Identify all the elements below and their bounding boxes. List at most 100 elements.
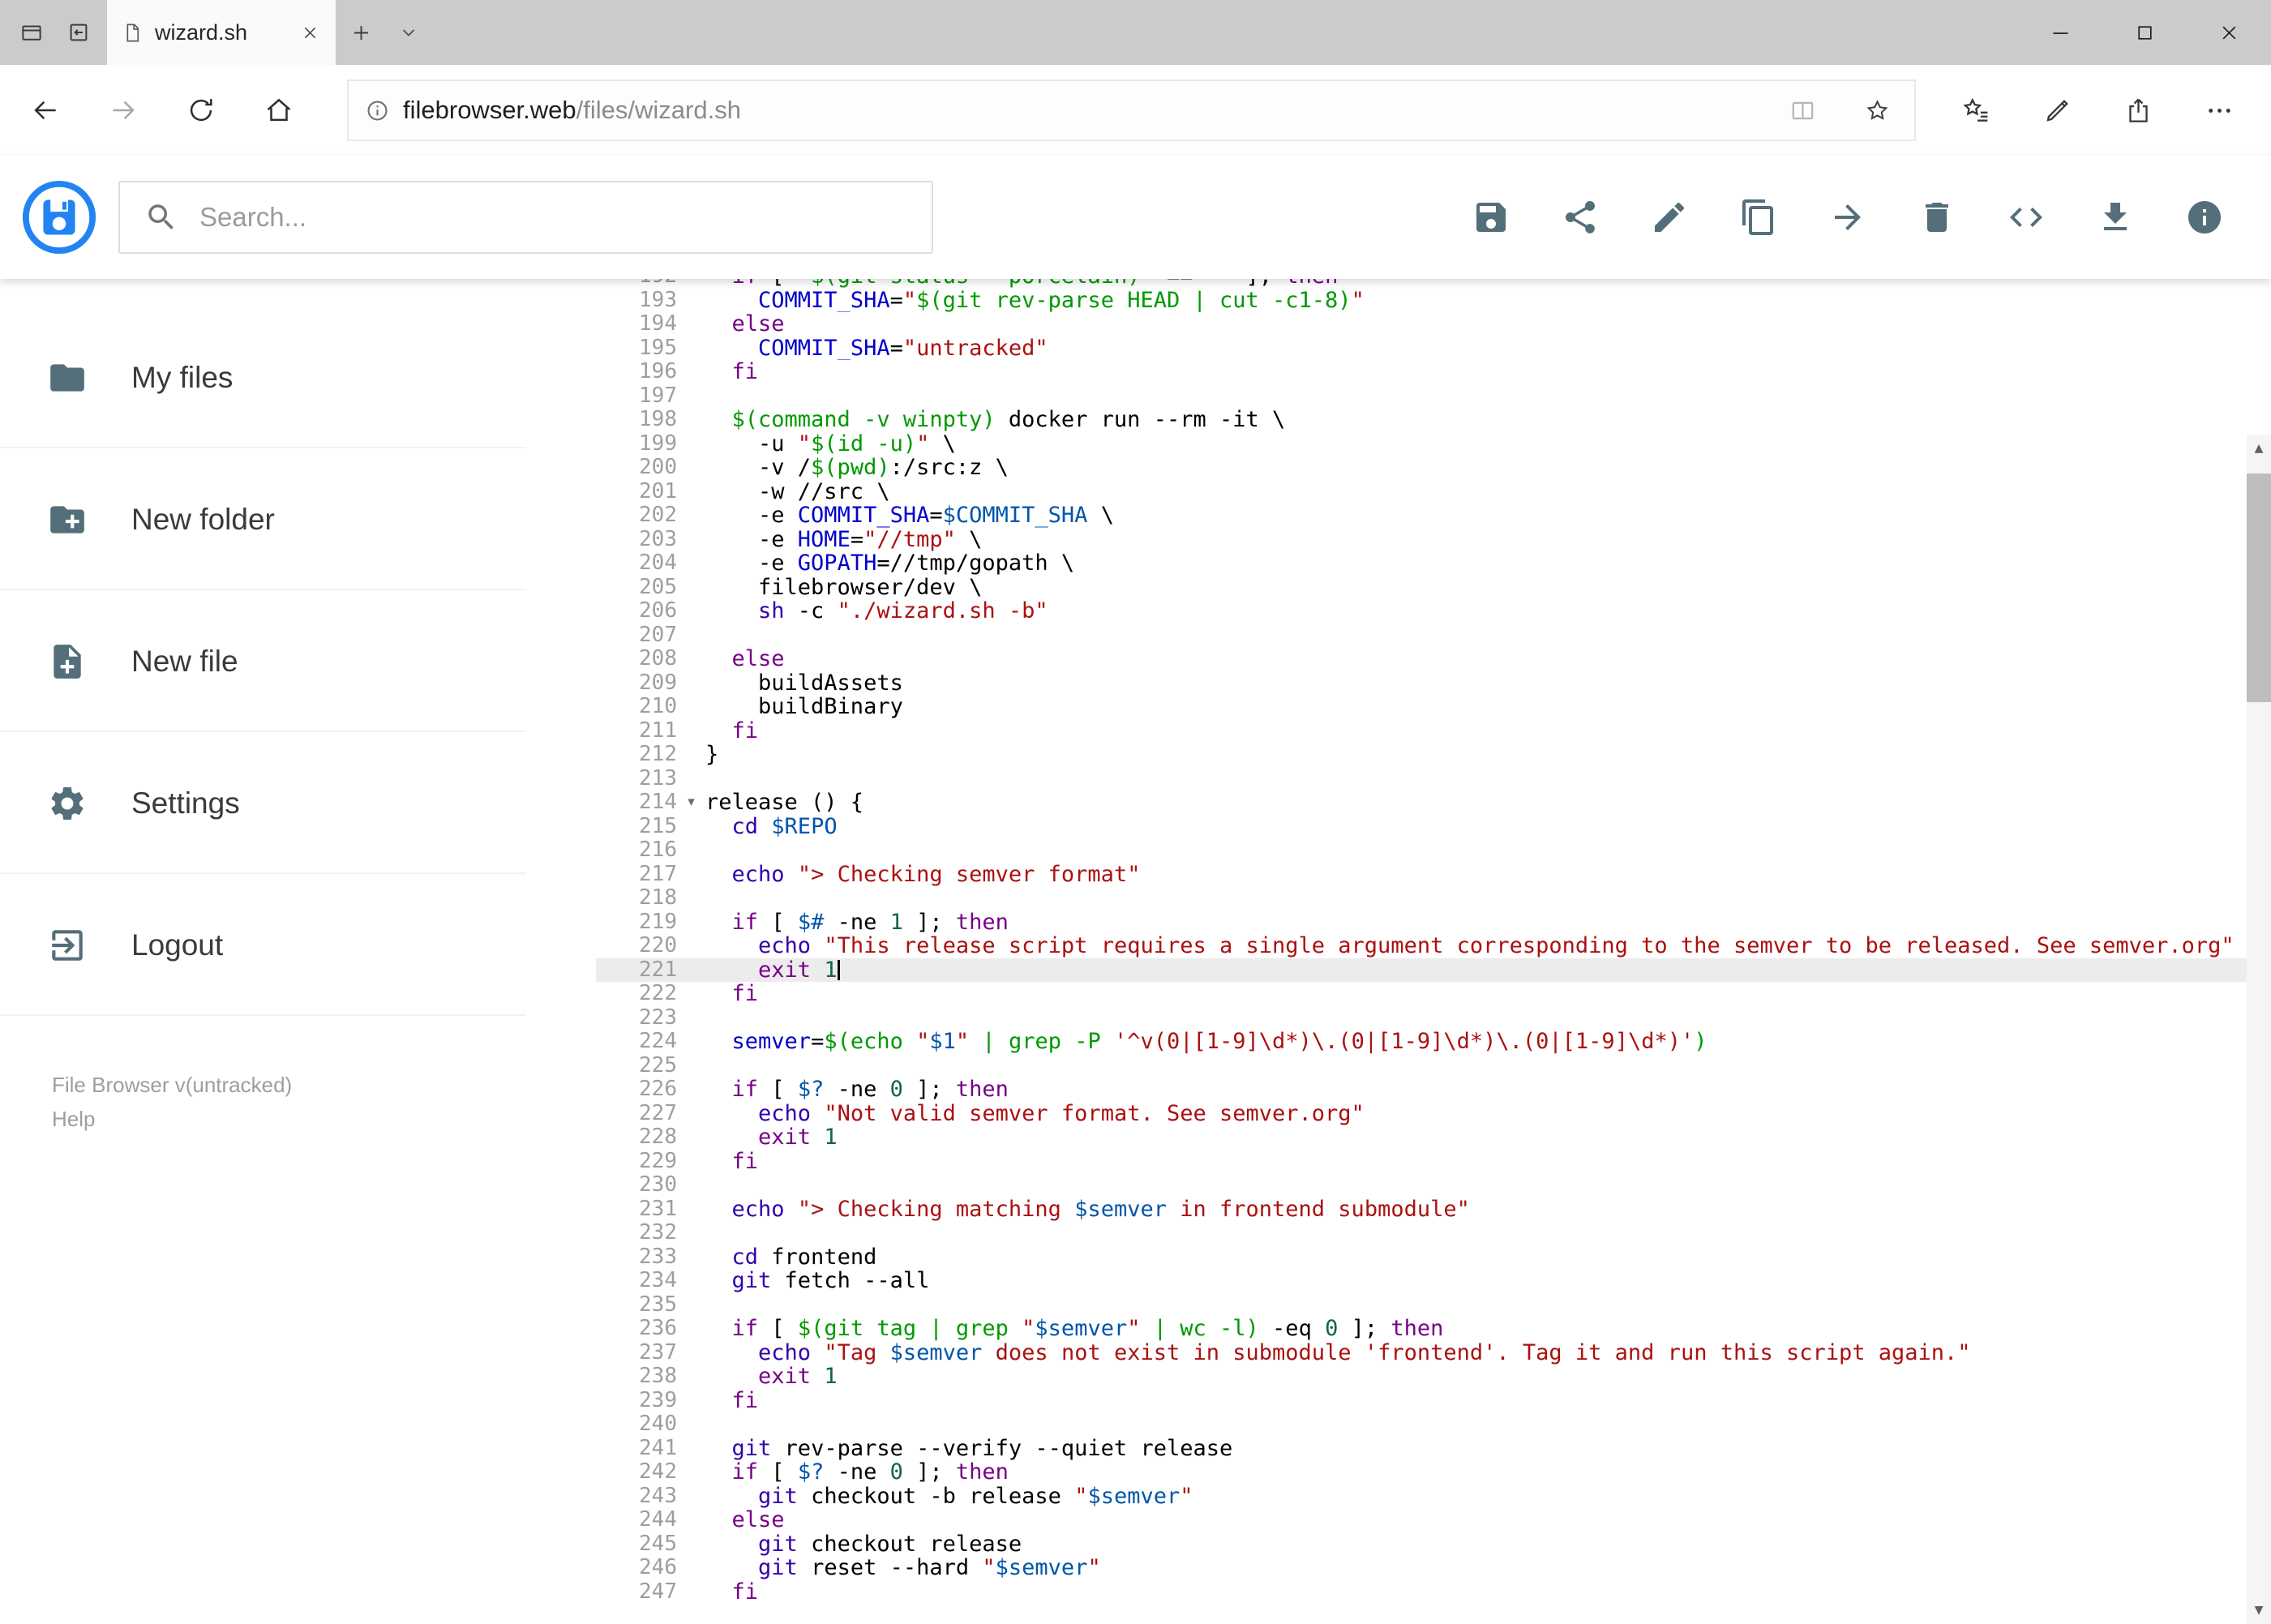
info-button[interactable] xyxy=(2185,198,2224,237)
site-info-icon[interactable] xyxy=(365,98,390,123)
code-line-211[interactable]: 211 fi xyxy=(596,718,2271,743)
code-line-242[interactable]: 242 if [ $? -ne 0 ]; then xyxy=(596,1459,2271,1485)
code-line-206[interactable]: 206 sh -c "./wizard.sh -b" xyxy=(596,598,2271,623)
sidebar-item-new-folder[interactable]: New folder xyxy=(0,448,596,590)
code-line-224[interactable]: 224 semver=$(echo "$1" | grep -P '^v(0|[… xyxy=(596,1029,2271,1054)
tab-list-button[interactable] xyxy=(386,0,431,65)
forward-button[interactable] xyxy=(84,65,162,156)
code-line-235[interactable]: 235 xyxy=(596,1292,2271,1318)
code-line-228[interactable]: 228 exit 1 xyxy=(596,1125,2271,1150)
share-button[interactable] xyxy=(1561,198,1600,237)
code-line-209[interactable]: 209 buildAssets xyxy=(596,671,2271,696)
share-page-button[interactable] xyxy=(2097,96,2179,126)
code-line-217[interactable]: 217 echo "> Checking semver format" xyxy=(596,862,2271,887)
code-line-229[interactable]: 229 fi xyxy=(596,1149,2271,1174)
code-line-225[interactable]: 225 xyxy=(596,1053,2271,1078)
code-line-194[interactable]: 194 else xyxy=(596,311,2271,336)
delete-button[interactable] xyxy=(1917,198,1956,237)
close-window-button[interactable] xyxy=(2187,0,2271,65)
code-line-231[interactable]: 231 echo "> Checking matching $semver in… xyxy=(596,1197,2271,1222)
code-line-244[interactable]: 244 else xyxy=(596,1507,2271,1532)
code-editor[interactable]: 192 if [ "$(git status --porcelain)" == … xyxy=(596,279,2271,1624)
save-button[interactable] xyxy=(1472,198,1510,237)
help-link[interactable]: Help xyxy=(52,1102,596,1136)
scrollbar-track[interactable] xyxy=(2247,462,2271,1596)
code-line-204[interactable]: 204 -e GOPATH=//tmp/gopath \ xyxy=(596,551,2271,576)
sidebar-item-logout[interactable]: Logout xyxy=(0,874,596,1016)
move-button[interactable] xyxy=(1828,198,1867,237)
search-input[interactable] xyxy=(199,202,907,233)
scroll-down-arrow-icon[interactable]: ▼ xyxy=(2247,1596,2271,1624)
code-line-205[interactable]: 205 filebrowser/dev \ xyxy=(596,575,2271,600)
code-line-233[interactable]: 233 cd frontend xyxy=(596,1245,2271,1270)
code-line-196[interactable]: 196 fi xyxy=(596,359,2271,384)
code-line-232[interactable]: 232 xyxy=(596,1220,2271,1245)
code-line-237[interactable]: 237 echo "Tag $semver does not exist in … xyxy=(596,1340,2271,1365)
code-line-230[interactable]: 230 xyxy=(596,1172,2271,1198)
code-line-195[interactable]: 195 COMMIT_SHA="untracked" xyxy=(596,336,2271,361)
code-line-247[interactable]: 247 fi xyxy=(596,1579,2271,1605)
code-line-227[interactable]: 227 echo "Not valid semver format. See s… xyxy=(596,1101,2271,1126)
hub-button[interactable] xyxy=(1935,96,2016,126)
minimize-button[interactable] xyxy=(2018,0,2102,65)
maximize-button[interactable] xyxy=(2102,0,2187,65)
code-line-212[interactable]: 212} xyxy=(596,742,2271,767)
code-line-241[interactable]: 241 git rev-parse --verify --quiet relea… xyxy=(596,1436,2271,1461)
code-line-226[interactable]: 226 if [ $? -ne 0 ]; then xyxy=(596,1077,2271,1102)
code-line-200[interactable]: 200 -v /$(pwd):/src:z \ xyxy=(596,455,2271,480)
switch-editor-button[interactable] xyxy=(2007,198,2046,237)
search-box[interactable] xyxy=(118,181,933,254)
tab-preview-button[interactable] xyxy=(8,0,55,65)
reading-view-button[interactable] xyxy=(1772,81,1833,139)
code-line-192[interactable]: 192 if [ "$(git status --porcelain)" == … xyxy=(596,279,2271,289)
code-line-240[interactable]: 240 xyxy=(596,1412,2271,1437)
rename-button[interactable] xyxy=(1650,198,1689,237)
code-line-210[interactable]: 210 buildBinary xyxy=(596,694,2271,719)
ink-notes-button[interactable] xyxy=(2016,96,2097,126)
copy-button[interactable] xyxy=(1739,198,1778,237)
code-line-218[interactable]: 218 xyxy=(596,885,2271,911)
address-bar[interactable]: filebrowser.web/files/wizard.sh xyxy=(347,79,1916,141)
code-line-245[interactable]: 245 git checkout release xyxy=(596,1532,2271,1557)
code-line-243[interactable]: 243 git checkout -b release "$semver" xyxy=(596,1484,2271,1509)
back-button[interactable] xyxy=(6,65,84,156)
code-line-193[interactable]: 193 COMMIT_SHA="$(git rev-parse HEAD | c… xyxy=(596,288,2271,313)
code-line-215[interactable]: 215 cd $REPO xyxy=(596,814,2271,839)
code-line-213[interactable]: 213 xyxy=(596,766,2271,791)
sidebar-item-new-file[interactable]: New file xyxy=(0,590,596,732)
scrollbar-thumb[interactable] xyxy=(2247,473,2271,702)
code-line-222[interactable]: 222 fi xyxy=(596,981,2271,1006)
code-line-201[interactable]: 201 -w //src \ xyxy=(596,479,2271,504)
sidebar-item-my-files[interactable]: My files xyxy=(0,306,596,448)
code-line-202[interactable]: 202 -e COMMIT_SHA=$COMMIT_SHA \ xyxy=(596,503,2271,528)
code-line-197[interactable]: 197 xyxy=(596,384,2271,409)
home-button[interactable] xyxy=(240,65,318,156)
sidebar-item-settings[interactable]: Settings xyxy=(0,732,596,874)
favorite-star-button[interactable] xyxy=(1846,81,1908,139)
code-line-236[interactable]: 236 if [ $(git tag | grep "$semver" | wc… xyxy=(596,1316,2271,1341)
code-line-219[interactable]: 219 if [ $# -ne 1 ]; then xyxy=(596,910,2271,935)
code-line-221[interactable]: 221 exit 1 xyxy=(596,958,2271,982)
code-line-216[interactable]: 216 xyxy=(596,838,2271,863)
code-line-214[interactable]: 214 ▾ release () { xyxy=(596,790,2271,815)
page-scrollbar[interactable]: ▲ ▼ xyxy=(2247,435,2271,1624)
code-line-239[interactable]: 239 fi xyxy=(596,1388,2271,1413)
tab-close-button[interactable] xyxy=(294,16,326,49)
download-button[interactable] xyxy=(2096,198,2135,237)
code-line-246[interactable]: 246 git reset --hard "$semver" xyxy=(596,1555,2271,1580)
code-line-198[interactable]: 198 $(command -v winpty) docker run --rm… xyxy=(596,407,2271,432)
more-menu-button[interactable] xyxy=(2179,96,2260,126)
fold-arrow-icon[interactable]: ▾ xyxy=(677,791,705,815)
scroll-up-arrow-icon[interactable]: ▲ xyxy=(2247,435,2271,462)
code-line-234[interactable]: 234 git fetch --all xyxy=(596,1268,2271,1293)
code-line-207[interactable]: 207 xyxy=(596,623,2271,648)
filebrowser-logo-icon[interactable] xyxy=(21,179,97,255)
refresh-button[interactable] xyxy=(162,65,240,156)
code-line-208[interactable]: 208 else xyxy=(596,646,2271,671)
code-line-220[interactable]: 220 echo "This release script requires a… xyxy=(596,933,2271,958)
browser-tab[interactable]: wizard.sh xyxy=(107,0,336,65)
new-tab-button[interactable] xyxy=(336,0,386,65)
code-line-223[interactable]: 223 xyxy=(596,1005,2271,1031)
code-line-238[interactable]: 238 exit 1 xyxy=(596,1364,2271,1389)
code-line-199[interactable]: 199 -u "$(id -u)" \ xyxy=(596,431,2271,456)
